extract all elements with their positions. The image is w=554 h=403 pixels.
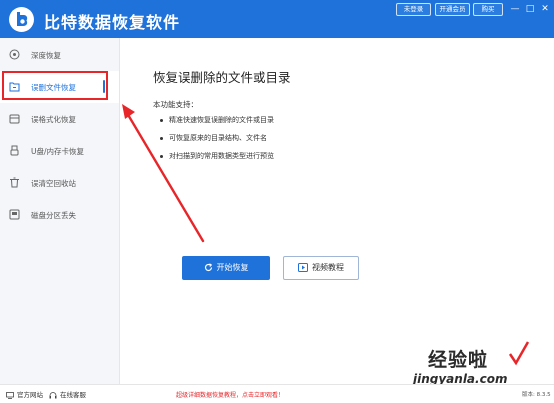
- monitor-icon: [6, 391, 14, 399]
- headset-icon: [49, 391, 57, 398]
- annotation-arrow-icon: [122, 104, 205, 243]
- official-website-link[interactable]: 官方网站: [6, 389, 43, 399]
- watermark-text: 经验啦: [428, 349, 489, 371]
- online-service-label: 在线客服: [60, 391, 86, 399]
- online-service-link[interactable]: 在线客服: [49, 389, 86, 399]
- version-label: 版本: 8.3.5: [522, 392, 551, 398]
- tutorial-promo-link[interactable]: 超级详细数据恢复教程，点击立即观看！: [176, 390, 284, 399]
- footer: 官方网站 在线客服 超级详细数据恢复教程，点击立即观看！ 版本: 8.3.5: [0, 384, 554, 403]
- watermark-check-icon: [508, 341, 530, 366]
- official-website-label: 官方网站: [17, 391, 43, 399]
